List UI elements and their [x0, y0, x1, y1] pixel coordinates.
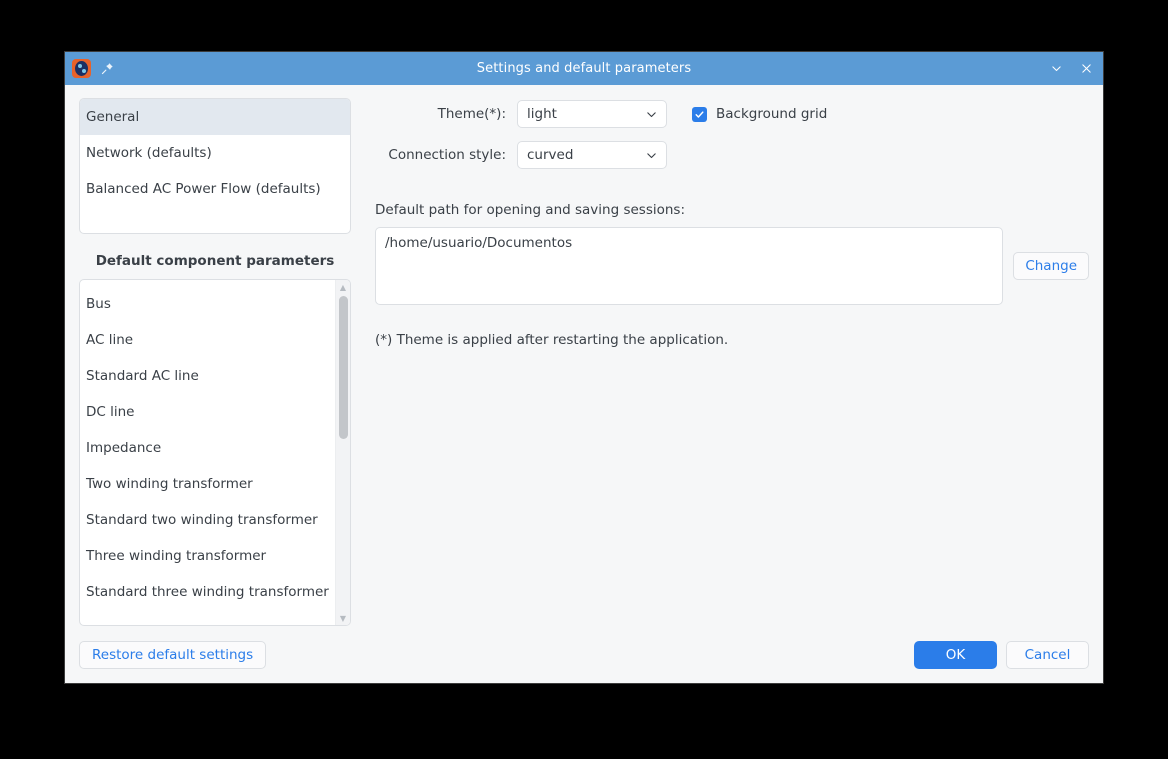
- scroll-down-arrow-icon[interactable]: ▼: [336, 611, 351, 625]
- theme-select-value: light: [527, 106, 557, 122]
- component-list-scrollbar[interactable]: ▲ ▼: [335, 280, 350, 625]
- list-item[interactable]: Standard two winding transformer: [80, 502, 335, 538]
- list-item[interactable]: DC line: [80, 394, 335, 430]
- list-item-label: Three winding transformer: [86, 548, 267, 564]
- titlebar-left-controls: [72, 59, 115, 78]
- left-panel: General Network (defaults) Balanced AC P…: [79, 98, 351, 626]
- connection-style-row: Connection style: curved: [375, 141, 1089, 169]
- component-list-viewport: Bus AC line Standard AC line DC line Imp…: [80, 280, 335, 625]
- sidebar-item-balanced-ac-power-flow-defaults[interactable]: Balanced AC Power Flow (defaults): [80, 171, 350, 207]
- list-item-label: DC line: [86, 404, 135, 420]
- dialog-footer: Restore default settings OK Cancel: [65, 626, 1103, 683]
- list-item-label: Standard AC line: [86, 368, 199, 384]
- connection-style-select[interactable]: curved: [517, 141, 667, 169]
- dialog-body: General Network (defaults) Balanced AC P…: [65, 85, 1103, 626]
- default-component-parameters-header: Default component parameters: [95, 253, 335, 269]
- list-item-label: Impedance: [86, 440, 162, 456]
- pin-icon[interactable]: [99, 61, 115, 77]
- change-path-button[interactable]: Change: [1013, 252, 1089, 280]
- close-icon[interactable]: [1077, 60, 1095, 78]
- settings-section-list[interactable]: General Network (defaults) Balanced AC P…: [79, 98, 351, 234]
- list-item-label: AC line: [86, 332, 134, 348]
- background-grid-label: Background grid: [716, 106, 828, 122]
- default-path-input[interactable]: /home/usuario/Documentos: [375, 227, 1004, 305]
- scrollbar-track[interactable]: [336, 294, 351, 611]
- sidebar-item-network-defaults[interactable]: Network (defaults): [80, 135, 350, 171]
- theme-restart-note: (*) Theme is applied after restarting th…: [375, 332, 729, 348]
- list-item[interactable]: Impedance: [80, 430, 335, 466]
- list-item[interactable]: Standard three winding transformer: [80, 574, 335, 610]
- list-item[interactable]: Standard AC line: [80, 358, 335, 394]
- titlebar-window-buttons: [1047, 60, 1095, 78]
- connection-style-label: Connection style:: [388, 147, 506, 163]
- scroll-up-arrow-icon[interactable]: ▲: [336, 280, 351, 294]
- cancel-button[interactable]: Cancel: [1006, 640, 1089, 669]
- gridcal-app-icon: [72, 59, 91, 78]
- list-item-label: Standard three winding transformer: [86, 584, 329, 600]
- ok-button[interactable]: OK: [914, 640, 997, 669]
- app-logo-glyph: [75, 61, 88, 76]
- list-item[interactable]: AC line: [80, 322, 335, 358]
- list-item[interactable]: Three winding transformer: [80, 538, 335, 574]
- theme-label: Theme(*):: [437, 106, 506, 122]
- sidebar-item-label: Balanced AC Power Flow (defaults): [86, 181, 321, 197]
- connection-style-select-value: curved: [527, 147, 574, 163]
- default-path-row: /home/usuario/Documentos Change: [375, 227, 1089, 305]
- sidebar-item-general[interactable]: General: [80, 99, 350, 135]
- default-path-label: Default path for opening and saving sess…: [375, 202, 686, 218]
- settings-dialog: Settings and default parameters General …: [64, 51, 1104, 684]
- chevron-down-icon[interactable]: [1047, 60, 1065, 78]
- window-title: Settings and default parameters: [476, 61, 692, 76]
- list-item-label: Two winding transformer: [86, 476, 253, 492]
- chevron-down-icon: [645, 149, 658, 162]
- sidebar-item-label: Network (defaults): [86, 145, 212, 161]
- restore-default-settings-button[interactable]: Restore default settings: [79, 640, 267, 669]
- list-item[interactable]: Bus: [80, 286, 335, 322]
- background-grid-row[interactable]: Background grid: [692, 106, 827, 122]
- theme-row: Theme(*): light Background grid: [375, 100, 1089, 128]
- scrollbar-thumb[interactable]: [338, 296, 348, 439]
- list-item[interactable]: Two winding transformer: [80, 466, 335, 502]
- sidebar-item-label: General: [86, 109, 140, 125]
- component-parameters-list[interactable]: Bus AC line Standard AC line DC line Imp…: [79, 279, 351, 626]
- window-titlebar[interactable]: Settings and default parameters: [65, 52, 1103, 85]
- general-settings-panel: Theme(*): light Background grid Connecti…: [351, 98, 1089, 626]
- background-grid-checkbox[interactable]: [692, 106, 707, 122]
- theme-select[interactable]: light: [517, 100, 667, 128]
- screen: Settings and default parameters General …: [0, 0, 1168, 759]
- chevron-down-icon: [645, 108, 658, 121]
- list-item-label: Standard two winding transformer: [86, 512, 318, 528]
- list-item-label: Bus: [86, 296, 111, 312]
